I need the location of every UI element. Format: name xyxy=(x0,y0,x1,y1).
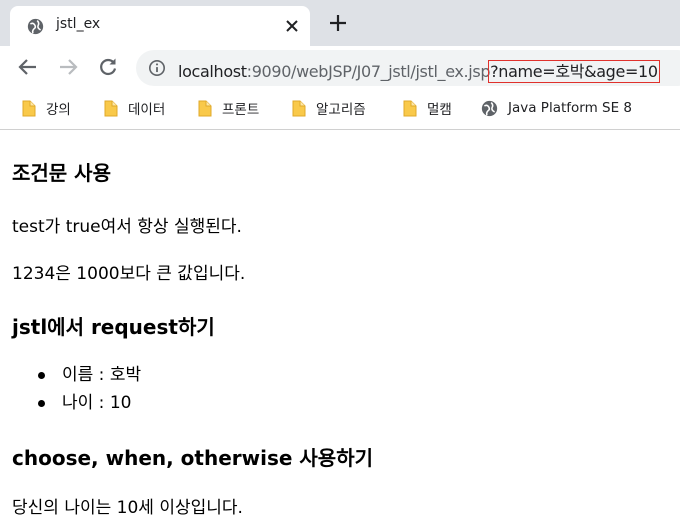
new-tab-icon[interactable] xyxy=(328,13,348,33)
tab-title: jstl_ex xyxy=(56,16,101,32)
bookmark-label: 알고리즘 xyxy=(316,102,366,118)
folder-icon xyxy=(403,100,417,116)
bookmark-multicampus[interactable]: 멀캠 xyxy=(403,98,452,118)
list-item: 나이 : 10 xyxy=(38,389,141,417)
page-content: 조건문 사용 test가 true여서 항상 실행된다. 1234은 1000보… xyxy=(0,131,680,525)
bookmark-lecture[interactable]: 강의 xyxy=(22,98,71,118)
close-icon[interactable] xyxy=(282,16,302,36)
heading-choose: choose, when, otherwise 사용하기 xyxy=(12,446,374,470)
choose-result-text: 당신의 나이는 10세 이상입니다. xyxy=(12,498,243,518)
bookmarks-bar: 강의 데이터 프론트 알고리즘 멀캠 Java Platform SE 8 xyxy=(0,90,680,130)
tab-strip: jstl_ex xyxy=(0,0,680,46)
bookmark-label: 멀캠 xyxy=(427,102,452,118)
compare-text: 1234은 1000보다 큰 값입니다. xyxy=(12,264,246,284)
bookmark-front[interactable]: 프론트 xyxy=(198,98,259,118)
bookmark-label: 강의 xyxy=(46,102,71,118)
bookmark-data[interactable]: 데이터 xyxy=(104,98,165,118)
list-item: 이름 : 호박 xyxy=(38,361,141,389)
url-text[interactable]: localhost:9090/webJSP/J07_jstl/jstl_ex.j… xyxy=(178,58,660,83)
folder-icon xyxy=(198,100,212,116)
folder-icon xyxy=(292,100,306,116)
address-bar[interactable]: localhost:9090/webJSP/J07_jstl/jstl_ex.j… xyxy=(136,50,680,86)
url-host: localhost xyxy=(178,62,247,81)
bookmark-label: Java Platform SE 8 xyxy=(508,100,633,116)
heading-request: jstl에서 request하기 xyxy=(12,315,215,339)
folder-icon xyxy=(104,100,118,116)
url-path: :9090/webJSP/J07_jstl/jstl_ex.jsp xyxy=(246,62,491,81)
back-arrow-icon[interactable] xyxy=(17,56,39,78)
bookmark-algorithm[interactable]: 알고리즘 xyxy=(292,98,366,118)
tab-jstl-ex[interactable]: jstl_ex xyxy=(10,6,310,46)
folder-icon xyxy=(22,100,36,116)
heading-conditional: 조건문 사용 xyxy=(12,161,111,185)
bookmark-java-platform[interactable]: Java Platform SE 8 xyxy=(481,98,632,118)
browser-toolbar: localhost:9090/webJSP/J07_jstl/jstl_ex.j… xyxy=(0,46,680,90)
bookmark-label: 프론트 xyxy=(222,102,260,118)
info-icon[interactable] xyxy=(148,59,166,77)
globe-icon xyxy=(27,18,44,35)
param-list: 이름 : 호박 나이 : 10 xyxy=(38,361,141,417)
reload-icon[interactable] xyxy=(97,56,119,78)
url-query-highlight: ?name=호박&age=10 xyxy=(488,60,660,83)
bookmark-label: 데이터 xyxy=(128,102,166,118)
globe-icon xyxy=(481,100,498,116)
test-true-text: test가 true여서 항상 실행된다. xyxy=(12,217,242,237)
forward-arrow-icon[interactable] xyxy=(57,56,79,78)
